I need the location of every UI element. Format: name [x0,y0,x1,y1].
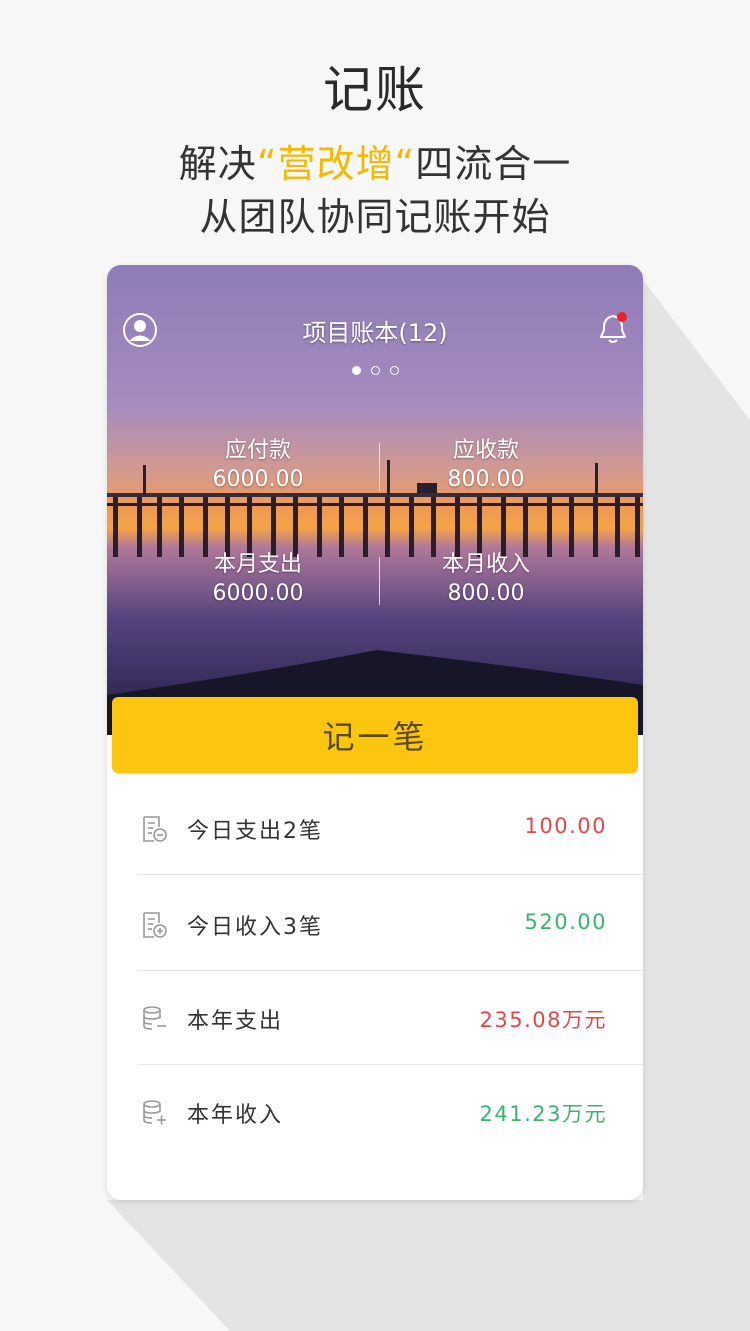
list-item-today-expense[interactable]: 今日支出2笔 100.00 [107,780,643,875]
list-item-label: 本年收入 [187,1103,284,1128]
list-item-amount: 100.00 [524,814,607,838]
notification-dot [617,312,627,322]
stat-divider [379,443,380,491]
list-item-amount: 520.00 [524,910,607,934]
promo-subtitle-line2: 从团队协同记账开始 [199,195,551,239]
row-divider [138,874,643,875]
carousel-dot-3[interactable] [389,366,399,375]
carousel-dot-2[interactable] [370,366,380,375]
bell-icon[interactable] [597,310,629,346]
promo-line1-pre: 解决 [178,142,257,186]
stat-receivable-value: 800.00 [447,467,525,492]
phone-card: 项目账本(12) 应付款 6000.00 应收款 800.00 本月支出 600… [107,265,643,1200]
stat-payable-value: 6000.00 [212,467,304,492]
promo-subtitle-line1: 解决“营改增“四流合一 [0,133,750,188]
stat-month-expense-label: 本月支出 [213,552,302,577]
list-item-label: 本年支出 [187,1009,284,1034]
stat-payable-label: 应付款 [224,438,291,463]
list-item-today-income[interactable]: 今日收入3笔 520.00 [107,876,643,971]
stat-month-income[interactable]: 本月收入 800.00 [386,551,586,609]
list-item-year-expense[interactable]: 本年支出 235.08万元 [107,970,643,1065]
list-item-label: 今日支出2笔 [187,819,323,844]
stat-receivable-label: 应收款 [452,438,519,463]
stat-divider [379,557,380,605]
list-item-label: 今日收入3笔 [187,915,323,940]
promo-title: 记账 [323,61,427,119]
account-book-title[interactable]: 项目账本(12) [107,313,643,348]
carousel-indicator [107,366,643,375]
stat-month-income-label: 本月收入 [441,552,530,577]
carousel-dot-1[interactable] [351,366,361,375]
promo-line1-highlight: “营改增“ [256,142,416,186]
stat-month-expense-value: 6000.00 [212,581,304,606]
stat-payable[interactable]: 应付款 6000.00 [158,437,358,495]
coins-plus-icon [143,1100,166,1125]
coins-minus-icon [143,1006,166,1030]
record-entry-button[interactable]: 记一笔 [112,697,638,773]
list-item-year-income[interactable]: 本年收入 241.23万元 [107,1064,643,1159]
receipt-minus-icon [143,816,167,842]
promo-line1-post: 四流合一 [415,142,572,186]
list-item-amount: 235.08万元 [479,1008,607,1032]
stat-receivable[interactable]: 应收款 800.00 [386,437,586,495]
list-item-amount: 241.23万元 [479,1102,607,1126]
hero-banner: 项目账本(12) 应付款 6000.00 应收款 800.00 本月支出 600… [107,265,643,735]
stat-month-expense[interactable]: 本月支出 6000.00 [158,551,358,609]
stat-month-income-value: 800.00 [447,581,525,606]
receipt-plus-icon [143,912,167,938]
